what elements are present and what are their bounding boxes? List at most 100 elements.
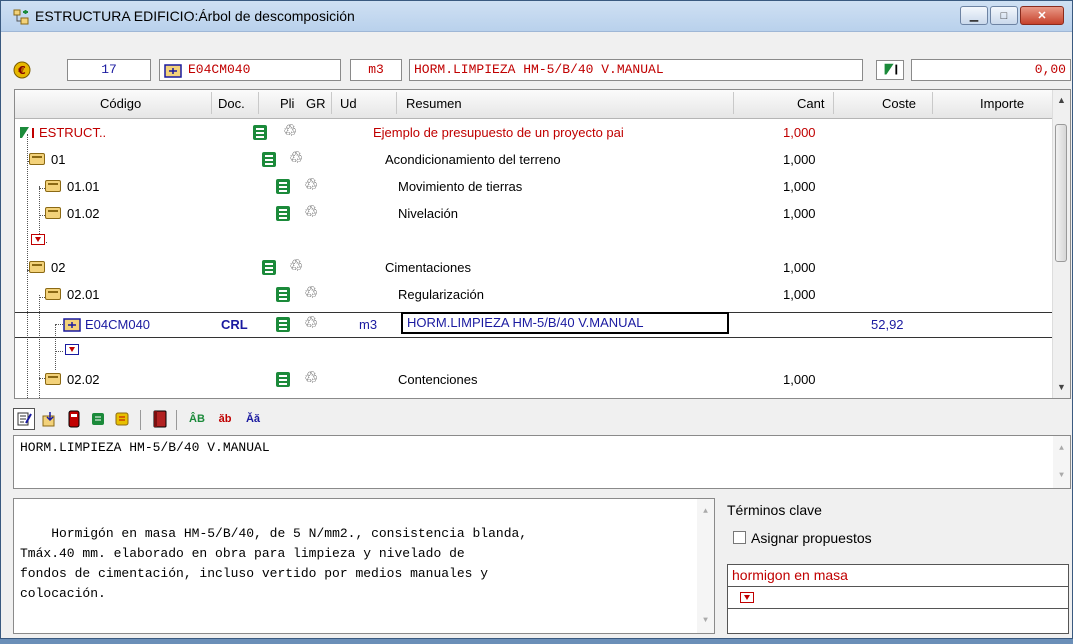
root-marker-icon[interactable] [876, 60, 904, 80]
uppercase-button[interactable]: ÂB [183, 408, 211, 430]
document-icon[interactable] [276, 206, 290, 221]
tree-row[interactable]: 01.02 ♲ Nivelación 1,000 [15, 201, 1053, 228]
recycle-icon[interactable]: ♲ [304, 285, 318, 303]
import-text-icon[interactable] [39, 408, 61, 430]
close-button[interactable]: ✕ [1020, 6, 1064, 25]
book-closed-icon[interactable] [149, 408, 171, 430]
title-bar[interactable]: ESTRUCTURA EDIFICIO:Árbol de descomposic… [1, 1, 1072, 32]
document-icon[interactable] [276, 179, 290, 194]
concept-code-field[interactable]: E04CM040 [159, 59, 341, 81]
row-doc: CRL [221, 317, 248, 332]
concept-number-field[interactable]: 17 [67, 59, 151, 81]
summary-field[interactable]: HORM.LIMPIEZA HM-5/B/40 V.MANUAL [409, 59, 863, 81]
col-resumen[interactable]: Resumen [406, 96, 462, 111]
recycle-icon[interactable]: ♲ [304, 204, 318, 222]
long-scrollbar[interactable]: ▲ ▼ [697, 499, 714, 633]
decomposition-tree[interactable]: Código Doc. Pli GR Ud Resumen Cant Coste… [14, 89, 1071, 399]
keyword-item[interactable]: hormigon en masa [728, 565, 1068, 587]
insert-row[interactable] [15, 340, 1053, 362]
lowercase-button[interactable]: ăb [211, 408, 239, 430]
recycle-icon[interactable]: ♲ [304, 315, 318, 333]
row-code: 01 [51, 152, 66, 167]
concept-code-value: E04CM040 [188, 62, 251, 77]
keywords-title: Términos clave [727, 502, 822, 518]
scroll-up-icon[interactable]: ▲ [1053, 440, 1070, 457]
row-resumen: Acondicionamiento del terreno [385, 152, 561, 167]
scroll-down-icon[interactable]: ▼ [1053, 467, 1070, 484]
document-icon[interactable] [262, 152, 276, 167]
recycle-icon[interactable]: ♲ [289, 258, 303, 276]
maximize-button[interactable]: □ [990, 6, 1018, 25]
tree-scrollbar[interactable]: ▲ ▼ [1052, 90, 1070, 398]
book-red-icon[interactable] [63, 408, 85, 430]
tree-row[interactable]: ESTRUCT.. ♲ Ejemplo de presupuesto de un… [15, 120, 1053, 147]
keywords-list[interactable]: hormigon en masa [727, 564, 1069, 634]
col-coste[interactable]: Coste [882, 96, 916, 111]
tree-row[interactable]: 01 ♲ Acondicionamiento del terreno 1,000 [15, 147, 1053, 174]
insert-marker-icon[interactable] [65, 344, 79, 355]
scroll-yellow-icon[interactable] [111, 408, 133, 430]
recycle-icon[interactable]: ♲ [289, 150, 303, 168]
minimize-button[interactable]: ▁ [960, 6, 988, 25]
scroll-green-icon[interactable] [87, 408, 109, 430]
document-icon[interactable] [276, 317, 290, 332]
row-resumen: Ejemplo de presupuesto de un proyecto pa… [373, 125, 624, 140]
document-icon[interactable] [276, 287, 290, 302]
long-description-field[interactable]: Hormigón en masa HM-5/B/40, de 5 N/mm2.,… [13, 498, 715, 634]
tree-row[interactable]: 02.02 ♲ Contenciones 1,000 [15, 367, 1053, 394]
folder-open-icon[interactable] [45, 288, 61, 300]
tree-row-selected[interactable]: E04CM040 CRL ♲ m3 HORM.LIMPIEZA HM-5/B/4… [15, 312, 1053, 338]
row-code: 02 [51, 260, 66, 275]
edit-text-icon[interactable] [13, 408, 35, 430]
short-summary-field[interactable]: HORM.LIMPIEZA HM-5/B/40 V.MANUAL ▲ ▼ [13, 435, 1071, 489]
insert-row[interactable] [15, 228, 1053, 250]
window-title: ESTRUCTURA EDIFICIO:Árbol de descomposic… [35, 8, 355, 24]
tree-row[interactable]: 02 ♲ Cimentaciones 1,000 [15, 255, 1053, 282]
unit-field[interactable]: m3 [350, 59, 402, 81]
row-resumen: Contenciones [398, 372, 478, 387]
folder-closed-icon[interactable] [45, 180, 61, 192]
folder-closed-icon[interactable] [45, 207, 61, 219]
row-resumen: Movimiento de tierras [398, 179, 523, 194]
row-code: 01.02 [67, 206, 100, 221]
row-cant: 1,000 [783, 372, 816, 387]
document-icon[interactable] [276, 372, 290, 387]
col-pli[interactable]: Pli [280, 96, 294, 111]
scroll-up-icon[interactable]: ▲ [1053, 92, 1070, 109]
short-scrollbar[interactable]: ▲ ▼ [1053, 436, 1070, 488]
document-icon[interactable] [253, 125, 267, 140]
row-code: 01.01 [67, 179, 100, 194]
col-doc[interactable]: Doc. [218, 96, 245, 111]
col-ud[interactable]: Ud [340, 96, 357, 111]
col-codigo[interactable]: Código [100, 96, 141, 111]
row-cant: 1,000 [783, 179, 816, 194]
insert-marker-icon[interactable] [740, 592, 754, 603]
concept-type-icon [63, 318, 81, 332]
row-resumen-edit[interactable]: HORM.LIMPIEZA HM-5/B/40 V.MANUAL [401, 312, 729, 334]
titlecase-button[interactable]: Ăă [239, 408, 267, 430]
keyword-insert-row[interactable] [728, 587, 1068, 609]
assign-proposed-checkbox[interactable] [733, 531, 746, 544]
folder-open-icon[interactable] [29, 153, 45, 165]
document-icon[interactable] [262, 260, 276, 275]
folder-open-icon[interactable] [29, 261, 45, 273]
tree-row[interactable]: 02.01 ♲ Regularización 1,000 [15, 282, 1053, 309]
scroll-thumb[interactable] [1055, 124, 1067, 262]
tree-row[interactable]: 01.01 ♲ Movimiento de tierras 1,000 [15, 174, 1053, 201]
col-importe[interactable]: Importe [980, 96, 1024, 111]
recycle-icon[interactable]: ♲ [283, 123, 297, 141]
recycle-icon[interactable]: ♲ [304, 177, 318, 195]
insert-marker-icon[interactable] [31, 234, 45, 245]
col-cant[interactable]: Cant [797, 96, 824, 111]
scroll-down-icon[interactable]: ▼ [697, 612, 714, 629]
row-cant: 1,000 [783, 152, 816, 167]
scroll-up-icon[interactable]: ▲ [697, 503, 714, 520]
scroll-down-icon[interactable]: ▼ [1053, 379, 1070, 396]
euro-icon: € [13, 61, 31, 79]
recycle-icon[interactable]: ♲ [304, 370, 318, 388]
text-toolbar: ÂB ăb Ăă [13, 405, 1071, 433]
amount-field[interactable]: 0,00 [911, 59, 1071, 81]
col-gr[interactable]: GR [306, 96, 326, 111]
folder-closed-icon[interactable] [45, 373, 61, 385]
assign-proposed-label[interactable]: Asignar propuestos [751, 530, 872, 546]
